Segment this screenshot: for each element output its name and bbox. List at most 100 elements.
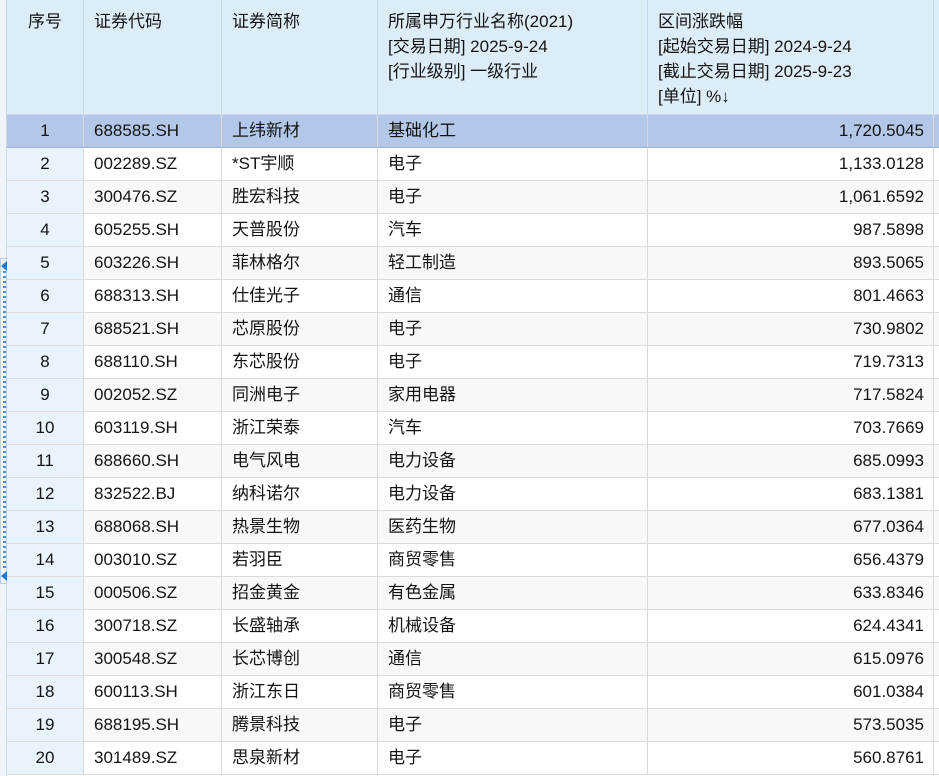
row-sliver[interactable] — [934, 247, 939, 279]
row-index[interactable]: 14 — [7, 544, 84, 576]
range-change-cell[interactable]: 573.5035 — [648, 709, 934, 741]
row-index[interactable]: 3 — [7, 181, 84, 213]
security-name-cell[interactable]: 仕佳光子 — [222, 280, 378, 312]
table-row[interactable]: 17300548.SZ长芯博创通信615.0976 — [7, 643, 939, 676]
security-code-cell[interactable]: 688110.SH — [84, 346, 222, 378]
security-name-cell[interactable]: 同洲电子 — [222, 379, 378, 411]
security-name-cell[interactable]: 浙江荣泰 — [222, 412, 378, 444]
row-index[interactable]: 19 — [7, 709, 84, 741]
row-index[interactable]: 7 — [7, 313, 84, 345]
security-code-cell[interactable]: 000506.SZ — [84, 577, 222, 609]
row-sliver[interactable] — [934, 346, 939, 378]
table-row[interactable]: 16300718.SZ长盛轴承机械设备624.4341 — [7, 610, 939, 643]
security-code-cell[interactable]: 002289.SZ — [84, 148, 222, 180]
security-name-cell[interactable]: 上纬新材 — [222, 115, 378, 147]
row-index[interactable]: 2 — [7, 148, 84, 180]
security-name-cell[interactable]: 腾景科技 — [222, 709, 378, 741]
table-row[interactable]: 6688313.SH仕佳光子通信801.4663 — [7, 280, 939, 313]
security-code-cell[interactable]: 300476.SZ — [84, 181, 222, 213]
range-change-cell[interactable]: 677.0364 — [648, 511, 934, 543]
industry-cell[interactable]: 电子 — [378, 313, 648, 345]
security-code-cell[interactable]: 603226.SH — [84, 247, 222, 279]
row-sliver[interactable] — [934, 148, 939, 180]
table-row[interactable]: 10603119.SH浙江荣泰汽车703.7669 — [7, 412, 939, 445]
row-index[interactable]: 18 — [7, 676, 84, 708]
security-code-cell[interactable]: 688585.SH — [84, 115, 222, 147]
row-index[interactable]: 13 — [7, 511, 84, 543]
security-code-cell[interactable]: 002052.SZ — [84, 379, 222, 411]
security-name-cell[interactable]: 电气风电 — [222, 445, 378, 477]
table-row[interactable]: 5603226.SH菲林格尔轻工制造893.5065 — [7, 247, 939, 280]
row-index[interactable]: 9 — [7, 379, 84, 411]
range-change-cell[interactable]: 987.5898 — [648, 214, 934, 246]
range-change-cell[interactable]: 1,061.6592 — [648, 181, 934, 213]
security-code-cell[interactable]: 600113.SH — [84, 676, 222, 708]
column-header-range-change[interactable]: 区间涨跌幅 [起始交易日期] 2024-9-24 [截止交易日期] 2025-9… — [648, 0, 934, 114]
security-name-cell[interactable]: 天普股份 — [222, 214, 378, 246]
industry-cell[interactable]: 电子 — [378, 181, 648, 213]
range-change-cell[interactable]: 893.5065 — [648, 247, 934, 279]
row-index[interactable]: 20 — [7, 742, 84, 774]
industry-cell[interactable]: 机械设备 — [378, 610, 648, 642]
table-row[interactable]: 14003010.SZ若羽臣商贸零售656.4379 — [7, 544, 939, 577]
row-index[interactable]: 4 — [7, 214, 84, 246]
industry-cell[interactable]: 电子 — [378, 148, 648, 180]
row-index[interactable]: 10 — [7, 412, 84, 444]
industry-cell[interactable]: 汽车 — [378, 412, 648, 444]
row-sliver[interactable] — [934, 544, 939, 576]
row-index[interactable]: 5 — [7, 247, 84, 279]
security-code-cell[interactable]: 688313.SH — [84, 280, 222, 312]
industry-cell[interactable]: 电力设备 — [378, 478, 648, 510]
row-sliver[interactable] — [934, 379, 939, 411]
table-row[interactable]: 4605255.SH天普股份汽车987.5898 — [7, 214, 939, 247]
row-sliver[interactable] — [934, 445, 939, 477]
panel-splitter-handle[interactable] — [0, 258, 7, 584]
range-change-cell[interactable]: 1,133.0128 — [648, 148, 934, 180]
security-name-cell[interactable]: 东芯股份 — [222, 346, 378, 378]
row-sliver[interactable] — [934, 214, 939, 246]
row-sliver[interactable] — [934, 511, 939, 543]
row-sliver[interactable] — [934, 709, 939, 741]
range-change-cell[interactable]: 656.4379 — [648, 544, 934, 576]
row-sliver[interactable] — [934, 577, 939, 609]
row-index[interactable]: 12 — [7, 478, 84, 510]
table-row[interactable]: 12832522.BJ纳科诺尔电力设备683.1381 — [7, 478, 939, 511]
table-row[interactable]: 19688195.SH腾景科技电子573.5035 — [7, 709, 939, 742]
range-change-cell[interactable]: 717.5824 — [648, 379, 934, 411]
row-sliver[interactable] — [934, 610, 939, 642]
range-change-cell[interactable]: 730.9802 — [648, 313, 934, 345]
industry-cell[interactable]: 电子 — [378, 346, 648, 378]
table-row[interactable]: 3300476.SZ胜宏科技电子1,061.6592 — [7, 181, 939, 214]
range-change-cell[interactable]: 624.4341 — [648, 610, 934, 642]
security-code-cell[interactable]: 688068.SH — [84, 511, 222, 543]
range-change-cell[interactable]: 719.7313 — [648, 346, 934, 378]
table-row[interactable]: 20301489.SZ思泉新材电子560.8761 — [7, 742, 939, 775]
table-row[interactable]: 8688110.SH东芯股份电子719.7313 — [7, 346, 939, 379]
security-name-cell[interactable]: 芯原股份 — [222, 313, 378, 345]
row-sliver[interactable] — [934, 742, 939, 774]
security-code-cell[interactable]: 832522.BJ — [84, 478, 222, 510]
table-row[interactable]: 7688521.SH芯原股份电子730.9802 — [7, 313, 939, 346]
row-sliver[interactable] — [934, 313, 939, 345]
row-index[interactable]: 17 — [7, 643, 84, 675]
row-sliver[interactable] — [934, 478, 939, 510]
security-name-cell[interactable]: 胜宏科技 — [222, 181, 378, 213]
industry-cell[interactable]: 基础化工 — [378, 115, 648, 147]
row-index[interactable]: 1 — [7, 115, 84, 147]
table-row[interactable]: 9002052.SZ同洲电子家用电器717.5824 — [7, 379, 939, 412]
range-change-cell[interactable]: 683.1381 — [648, 478, 934, 510]
row-index[interactable]: 15 — [7, 577, 84, 609]
table-row[interactable]: 2002289.SZ*ST宇顺电子1,133.0128 — [7, 148, 939, 181]
table-row[interactable]: 13688068.SH热景生物医药生物677.0364 — [7, 511, 939, 544]
security-name-cell[interactable]: 热景生物 — [222, 511, 378, 543]
industry-cell[interactable]: 商贸零售 — [378, 544, 648, 576]
range-change-cell[interactable]: 685.0993 — [648, 445, 934, 477]
security-code-cell[interactable]: 603119.SH — [84, 412, 222, 444]
industry-cell[interactable]: 通信 — [378, 643, 648, 675]
row-sliver[interactable] — [934, 643, 939, 675]
row-index[interactable]: 11 — [7, 445, 84, 477]
industry-cell[interactable]: 电子 — [378, 709, 648, 741]
table-row[interactable]: 15000506.SZ招金黄金有色金属633.8346 — [7, 577, 939, 610]
security-name-cell[interactable]: 浙江东日 — [222, 676, 378, 708]
security-code-cell[interactable]: 688195.SH — [84, 709, 222, 741]
